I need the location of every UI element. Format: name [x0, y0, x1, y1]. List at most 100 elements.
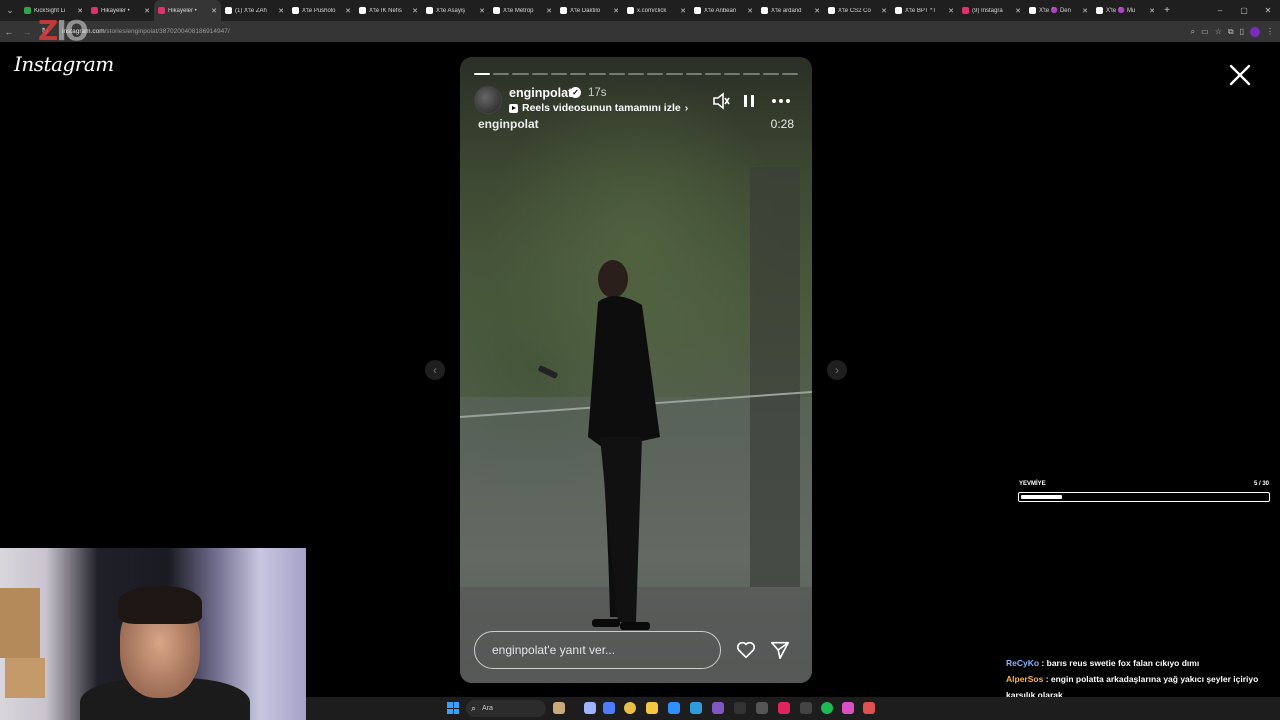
close-story-icon[interactable] — [1228, 63, 1252, 87]
tab-close-icon[interactable]: ✕ — [144, 7, 150, 15]
tab-favicon-icon — [828, 7, 835, 14]
tab-favicon-icon — [91, 7, 98, 14]
browser-tab[interactable]: X'te 🟣 Mu ✕ — [1092, 0, 1159, 21]
tab-close-icon[interactable]: ✕ — [479, 7, 485, 15]
next-story-arrow[interactable]: › — [827, 360, 847, 380]
taskbar-app-icon[interactable] — [778, 702, 790, 714]
profile-avatar[interactable] — [1250, 26, 1260, 37]
tab-favicon-icon — [627, 7, 634, 14]
story-reply-input[interactable] — [492, 632, 712, 668]
tab-label: X'te Asayiş — [436, 7, 466, 14]
tab-close-icon[interactable]: ✕ — [1149, 7, 1155, 15]
taskbar-app-icon[interactable] — [734, 702, 746, 714]
story-viewer[interactable]: enginpolat ✓ 17s Reels videosunun tamamı… — [460, 57, 812, 683]
windows-start-icon[interactable] — [447, 702, 459, 714]
extensions-icon[interactable]: ⧉ — [1228, 27, 1234, 37]
chat-message: ReCyKo : barıs reus swetie fox falan cık… — [1006, 655, 1278, 671]
story-author-username[interactable]: enginpolat — [509, 86, 572, 100]
tab-label: X'te Metrop — [503, 7, 534, 14]
tab-label: X'te İK Nefis — [369, 7, 402, 14]
like-heart-icon[interactable] — [735, 639, 757, 661]
more-options-icon[interactable] — [771, 91, 791, 111]
instagram-logo[interactable]: Instagram — [14, 52, 114, 76]
browser-tab[interactable]: Hikayeler • ✕ — [87, 0, 154, 21]
tab-search-icon[interactable]: ⌄ — [0, 0, 20, 21]
back-icon[interactable]: ← — [0, 27, 18, 37]
bookmark-star-icon[interactable]: ☆ — [1215, 27, 1222, 36]
taskbar-app-icon[interactable] — [668, 702, 680, 714]
browser-tab[interactable]: X'te Anbean ✕ — [690, 0, 757, 21]
browser-tab[interactable]: X'te Metrop ✕ — [489, 0, 556, 21]
taskbar-app-icon[interactable] — [690, 702, 702, 714]
story-reply-box[interactable] — [474, 631, 721, 669]
tab-favicon-icon — [560, 7, 567, 14]
browser-tab[interactable]: Hikayeler • ✕ — [154, 0, 221, 21]
tab-close-icon[interactable]: ✕ — [412, 7, 418, 15]
tab-close-icon[interactable]: ✕ — [747, 7, 753, 15]
watch-full-reel-link[interactable]: Reels videosunun tamamını izle › — [509, 102, 688, 114]
taskbar-app-icon[interactable] — [584, 702, 596, 714]
goal-progress-fill — [1021, 495, 1063, 499]
story-progress-segment — [781, 73, 798, 75]
tab-close-icon[interactable]: ✕ — [546, 7, 552, 15]
browser-tab[interactable]: X'te Pusholo ✕ — [288, 0, 355, 21]
chat-username[interactable]: ReCyKo — [1006, 658, 1039, 668]
browser-tab[interactable]: X'te BPT *T ✕ — [891, 0, 958, 21]
spotify-taskbar-icon[interactable] — [821, 702, 833, 714]
cast-icon[interactable]: ▭ — [1201, 27, 1209, 36]
tab-close-icon[interactable]: ✕ — [1082, 7, 1088, 15]
taskbar-app-icon[interactable] — [842, 702, 854, 714]
tab-favicon-icon — [359, 7, 366, 14]
taskbar-widget-icon[interactable] — [553, 702, 565, 714]
browser-tab[interactable]: X'te 🟣 Den ✕ — [1025, 0, 1092, 21]
pause-icon[interactable] — [739, 91, 759, 111]
story-progress-segment — [589, 73, 606, 75]
chrome-taskbar-icon[interactable] — [624, 702, 636, 714]
taskbar-app-icon[interactable] — [712, 702, 724, 714]
taskbar-app-icon[interactable] — [603, 702, 615, 714]
forward-icon[interactable]: → — [18, 27, 36, 37]
mute-icon[interactable] — [711, 91, 731, 111]
tab-favicon-icon — [1096, 7, 1103, 14]
url-field[interactable]: instagram.com/stories/enginpolat/3870200… — [62, 28, 230, 35]
tab-close-icon[interactable]: ✕ — [680, 7, 686, 15]
close-window-button[interactable]: ✕ — [1256, 0, 1280, 21]
tab-close-icon[interactable]: ✕ — [881, 7, 887, 15]
tab-close-icon[interactable]: ✕ — [345, 7, 351, 15]
browser-tab[interactable]: (9) Instagra ✕ — [958, 0, 1025, 21]
tab-close-icon[interactable]: ✕ — [814, 7, 820, 15]
chat-username[interactable]: AlperSos — [1006, 674, 1043, 684]
new-tab-button[interactable]: + — [1159, 5, 1175, 16]
minimize-button[interactable]: – — [1208, 0, 1232, 21]
story-author-avatar[interactable] — [474, 86, 502, 114]
previous-story-arrow[interactable]: ‹ — [425, 360, 445, 380]
file-explorer-icon[interactable] — [646, 702, 658, 714]
browser-tab[interactable]: (1) X'te ZAh ✕ — [221, 0, 288, 21]
browser-tab[interactable]: X'te ardand ✕ — [757, 0, 824, 21]
browser-tab[interactable]: x.com/click ✕ — [623, 0, 690, 21]
tab-favicon-icon — [426, 7, 433, 14]
menu-icon[interactable]: ⋮ — [1266, 27, 1274, 36]
taskbar-app-icon[interactable] — [863, 702, 875, 714]
tab-favicon-icon — [493, 7, 500, 14]
taskbar-search[interactable]: Ara — [466, 700, 546, 717]
tab-close-icon[interactable]: ✕ — [1015, 7, 1021, 15]
browser-tab[interactable]: X'te Asayiş ✕ — [422, 0, 489, 21]
taskbar-app-icon[interactable] — [800, 702, 812, 714]
tab-close-icon[interactable]: ✕ — [278, 7, 284, 15]
browser-tab[interactable]: X'te İK Nefis ✕ — [355, 0, 422, 21]
tab-close-icon[interactable]: ✕ — [211, 7, 217, 15]
maximize-button[interactable]: ▢ — [1232, 0, 1256, 21]
send-share-icon[interactable] — [769, 639, 791, 661]
browser-tab[interactable]: X'te CS2 Co ✕ — [824, 0, 891, 21]
tab-close-icon[interactable]: ✕ — [613, 7, 619, 15]
browser-tab[interactable]: X'te Daktilo ✕ — [556, 0, 623, 21]
story-progress-segment — [704, 73, 722, 75]
goal-count: 5 / 30 — [1253, 481, 1269, 487]
story-age: 17s — [588, 87, 607, 99]
audio-attribution[interactable]: enginpolat — [478, 117, 539, 131]
tab-close-icon[interactable]: ✕ — [948, 7, 954, 15]
zoom-icon[interactable]: ⌕ — [1191, 27, 1195, 37]
sidebar-icon[interactable]: ▯ — [1240, 27, 1244, 36]
taskbar-app-icon[interactable] — [756, 702, 768, 714]
